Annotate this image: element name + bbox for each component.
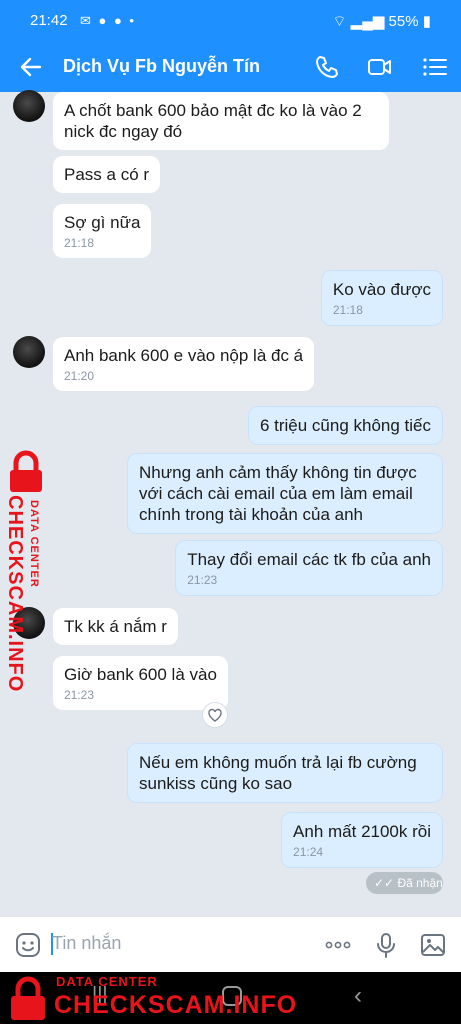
status-bar: 21:42 ✉ ● ● • ⌔ ▂▄▆ 55% ▮	[0, 0, 461, 42]
message-text: Thay đổi email các tk fb của anh	[187, 550, 431, 569]
watermark-bottom-subtitle: DATA CENTER	[56, 974, 158, 989]
phone-call-icon[interactable]	[314, 54, 340, 80]
image-icon[interactable]	[419, 931, 447, 959]
message-input[interactable]: Tin nhắn	[52, 933, 121, 954]
status-right: ⌔ ▂▄▆ 55% ▮	[332, 12, 431, 31]
microphone-icon[interactable]	[372, 931, 400, 959]
message-outgoing[interactable]: Thay đổi email các tk fb của anh 21:23	[175, 540, 443, 596]
contact-avatar[interactable]	[13, 90, 45, 122]
message-incoming[interactable]: Pass a có r	[53, 156, 161, 193]
wifi-icon: ⌔	[332, 13, 347, 30]
video-call-icon[interactable]	[367, 54, 393, 80]
clock: 21:42	[30, 12, 68, 29]
message-incoming[interactable]: Giờ bank 600 là vào 21:23	[53, 656, 228, 710]
watermark-side-subtitle: DATA CENTER	[28, 500, 40, 588]
message-time: 21:23	[187, 573, 218, 587]
delivered-label: Đã nhận	[397, 876, 443, 890]
notification-icons: ✉ ● ● •	[80, 13, 136, 28]
message-time: 21:23	[64, 688, 95, 702]
watermark-lock-icon	[10, 450, 42, 492]
back-nav-icon[interactable]: ‹	[354, 982, 362, 1010]
contact-name[interactable]: Dịch Vụ Fb Nguyễn Tín	[63, 56, 260, 77]
message-text: Tk kk á nắm r	[64, 617, 167, 636]
message-text: Giờ bank 600 là vào	[64, 665, 217, 684]
delivered-status: ✓✓ Đã nhận	[366, 872, 443, 894]
message-incoming[interactable]: Tk kk á nắm r	[53, 608, 178, 645]
message-outgoing[interactable]: Nhưng anh cảm thấy không tin được với cá…	[127, 453, 443, 534]
message-text: Anh bank 600 e vào nộp là đc á	[64, 346, 304, 365]
chat-header: Dịch Vụ Fb Nguyễn Tín	[0, 42, 461, 92]
watermark-side-title: CHECKSCAM.INFO	[4, 495, 26, 693]
watermark-bottom-title: CHECKSCAM.INFO	[54, 991, 298, 1019]
message-text: Ko vào được	[332, 280, 431, 299]
heart-icon	[208, 708, 222, 722]
message-incoming[interactable]: Sợ gì nữa 21:18	[53, 204, 152, 258]
menu-list-icon[interactable]	[422, 54, 448, 80]
message-outgoing[interactable]: Ko vào được 21:18	[320, 270, 443, 326]
double-check-icon: ✓✓	[374, 876, 395, 890]
react-button[interactable]	[202, 702, 228, 728]
message-text: 6 triệu cũng không tiếc	[259, 416, 431, 435]
message-text: Nhưng anh cảm thấy không tin được với cá…	[139, 463, 417, 524]
message-time: 21:18	[332, 303, 363, 317]
sticker-icon[interactable]	[14, 931, 42, 959]
message-outgoing[interactable]: Nếu em không muốn trả lại fb cường sunki…	[127, 743, 443, 803]
message-list[interactable]: A chốt bank 600 bảo mật đc ko là vào 2 n…	[0, 90, 461, 916]
message-outgoing[interactable]: Anh mất 2100k rồi 21:24	[281, 812, 443, 868]
battery-level: 55%	[388, 13, 419, 30]
message-outgoing[interactable]: 6 triệu cũng không tiếc	[247, 406, 443, 445]
message-incoming[interactable]: A chốt bank 600 bảo mật đc ko là vào 2 n…	[53, 92, 389, 150]
message-text: Anh mất 2100k rồi	[293, 822, 431, 841]
signal-icon: ▂▄▆	[350, 13, 385, 30]
contact-avatar[interactable]	[13, 336, 45, 368]
message-text: A chốt bank 600 bảo mật đc ko là vào 2 n…	[64, 101, 362, 141]
compose-bar: Tin nhắn	[0, 916, 461, 972]
watermark-lock-icon	[11, 976, 45, 1020]
message-text: Nếu em không muốn trả lại fb cường sunki…	[139, 753, 417, 793]
message-incoming[interactable]: Anh bank 600 e vào nộp là đc á 21:20	[53, 337, 315, 391]
message-time: 21:18	[64, 236, 95, 250]
message-time: 21:24	[293, 845, 324, 859]
message-time: 21:20	[64, 369, 95, 383]
message-text: Pass a có r	[64, 165, 150, 184]
back-arrow-icon[interactable]	[18, 54, 44, 80]
battery-icon: ▮	[422, 13, 431, 30]
message-text: Sợ gì nữa	[64, 213, 141, 232]
more-options-icon[interactable]	[324, 931, 352, 959]
